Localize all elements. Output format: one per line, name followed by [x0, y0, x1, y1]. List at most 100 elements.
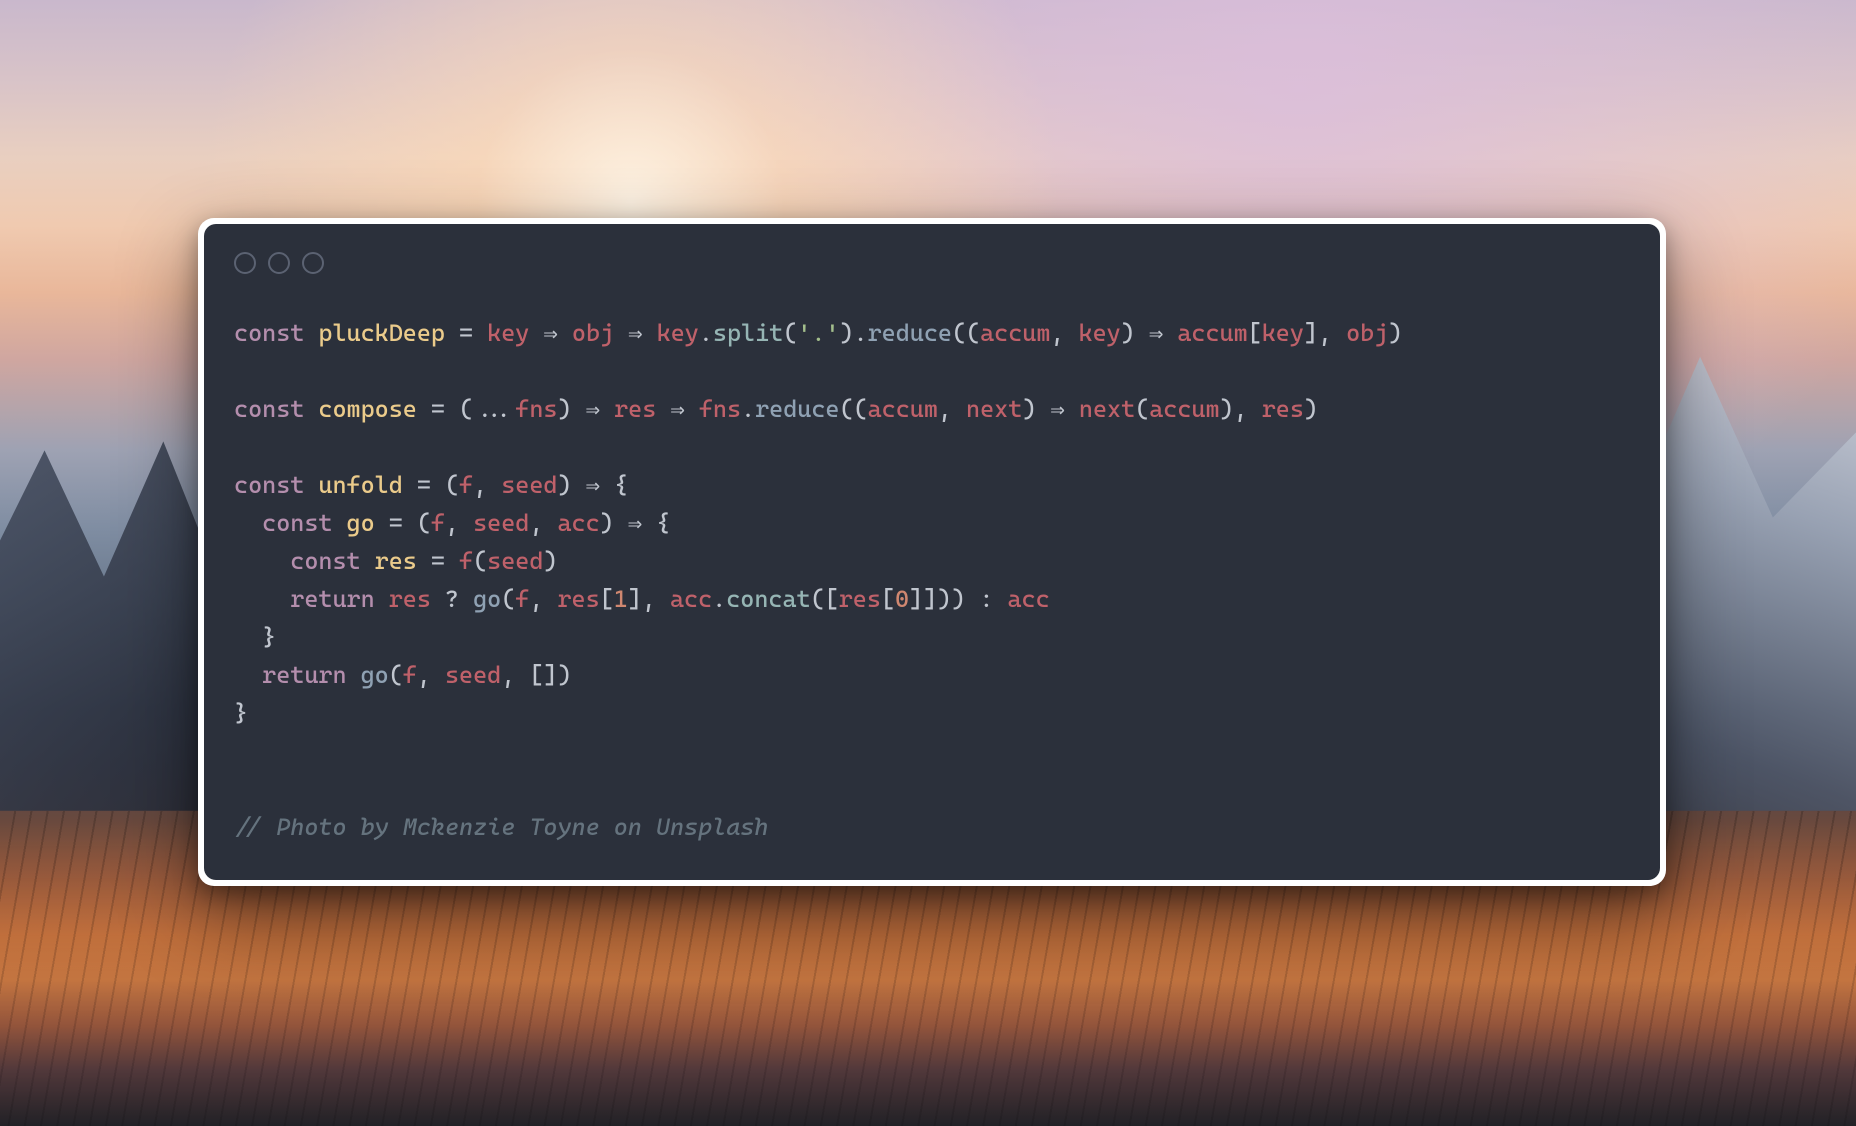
code-token: const: [234, 471, 318, 499]
code-token: ([: [811, 585, 839, 613]
window-traffic-lights: [234, 252, 1630, 274]
code-token: unfold: [318, 471, 402, 499]
code-token: =: [417, 547, 459, 575]
code-token: ,: [642, 585, 670, 613]
code-token: fns: [699, 395, 741, 423]
code-token: [: [600, 585, 614, 613]
code-token: fns: [515, 395, 557, 423]
code-token: f: [459, 547, 473, 575]
code-token: concat: [726, 585, 810, 613]
code-token: ⇒: [670, 395, 684, 423]
code-token: ): [1220, 395, 1234, 423]
code-token: {: [642, 509, 670, 537]
code-token: (: [783, 319, 797, 347]
code-token: ,: [529, 509, 557, 537]
code-token: ⇒: [586, 395, 600, 423]
code-token: next: [966, 395, 1022, 423]
code-token: [529, 319, 543, 347]
code-token: ,: [473, 471, 501, 499]
code-token: ]: [628, 585, 642, 613]
code-token: ⇒: [1149, 319, 1163, 347]
code-token: }: [234, 699, 248, 727]
code-token: ])): [923, 585, 965, 613]
code-token: seed: [487, 547, 543, 575]
code-token: [234, 547, 290, 575]
code-token: ...: [473, 395, 515, 423]
code-token: ): [557, 471, 585, 499]
code-token: acc: [1007, 585, 1049, 613]
code-token: [656, 395, 670, 423]
code-token: ,: [1050, 319, 1078, 347]
code-token: ⇒: [628, 509, 642, 537]
traffic-light-minimize-icon[interactable]: [268, 252, 290, 274]
code-editor-content[interactable]: const pluckDeep = key ⇒ obj ⇒ key.split(…: [234, 314, 1630, 846]
code-token: ((: [952, 319, 980, 347]
code-token: (: [389, 661, 403, 689]
code-token: ]: [1304, 319, 1318, 347]
code-token: accum: [1149, 395, 1219, 423]
code-token: f: [515, 585, 529, 613]
code-token: ⇒: [586, 471, 600, 499]
code-token: res: [375, 547, 417, 575]
code-token: key: [1079, 319, 1121, 347]
code-token: ): [839, 319, 853, 347]
code-token: [1163, 319, 1177, 347]
code-token: .: [854, 319, 868, 347]
code-token: [643, 319, 657, 347]
code-token: (: [473, 547, 487, 575]
code-token: res: [614, 395, 656, 423]
code-token: seed: [473, 509, 529, 537]
code-token: 1: [614, 585, 628, 613]
code-token: }: [234, 623, 276, 651]
code-token: (: [501, 585, 515, 613]
code-token: {: [600, 471, 628, 499]
code-token: , []): [501, 661, 571, 689]
code-token: [1065, 395, 1079, 423]
code-token: seed: [445, 661, 501, 689]
code-token: [234, 585, 290, 613]
code-token: [600, 395, 614, 423]
code-token: ): [557, 395, 585, 423]
code-token: =: [445, 319, 487, 347]
code-token: ]: [909, 585, 923, 613]
code-token: go: [347, 509, 375, 537]
code-token: // Photo by Mckenzie Toyne on Unsplash: [234, 813, 768, 841]
code-token: go: [361, 661, 389, 689]
code-token: key: [487, 319, 529, 347]
code-token: ): [1304, 395, 1318, 423]
code-window-pane: const pluckDeep = key ⇒ obj ⇒ key.split(…: [204, 224, 1660, 880]
code-token: = (: [417, 395, 473, 423]
code-token: res: [557, 585, 599, 613]
code-token: ): [543, 547, 557, 575]
traffic-light-zoom-icon[interactable]: [302, 252, 324, 274]
code-token: ): [1121, 319, 1149, 347]
code-token: reduce: [755, 395, 839, 423]
code-token: ,: [938, 395, 966, 423]
code-token: ,: [417, 661, 445, 689]
code-token: ,: [529, 585, 557, 613]
code-token: [234, 509, 262, 537]
code-token: [614, 319, 628, 347]
code-token: ((: [839, 395, 867, 423]
traffic-light-close-icon[interactable]: [234, 252, 256, 274]
code-token: .: [712, 585, 726, 613]
code-token: f: [459, 471, 473, 499]
code-token: pluckDeep: [318, 319, 445, 347]
code-token: [234, 661, 262, 689]
code-token: [685, 395, 699, 423]
code-token: .: [741, 395, 755, 423]
code-token: ,: [1318, 319, 1346, 347]
code-token: (: [1135, 395, 1149, 423]
code-token: ⇒: [628, 319, 642, 347]
code-token: ): [1388, 319, 1402, 347]
code-token: ): [600, 509, 628, 537]
code-token: const: [262, 509, 346, 537]
code-token: ?: [431, 585, 473, 613]
code-token: = (: [403, 471, 459, 499]
code-token: [: [1248, 319, 1262, 347]
code-token: go: [473, 585, 501, 613]
code-token: [: [881, 585, 895, 613]
code-token: obj: [1346, 319, 1388, 347]
code-token: key: [1262, 319, 1304, 347]
code-token: res: [1262, 395, 1304, 423]
